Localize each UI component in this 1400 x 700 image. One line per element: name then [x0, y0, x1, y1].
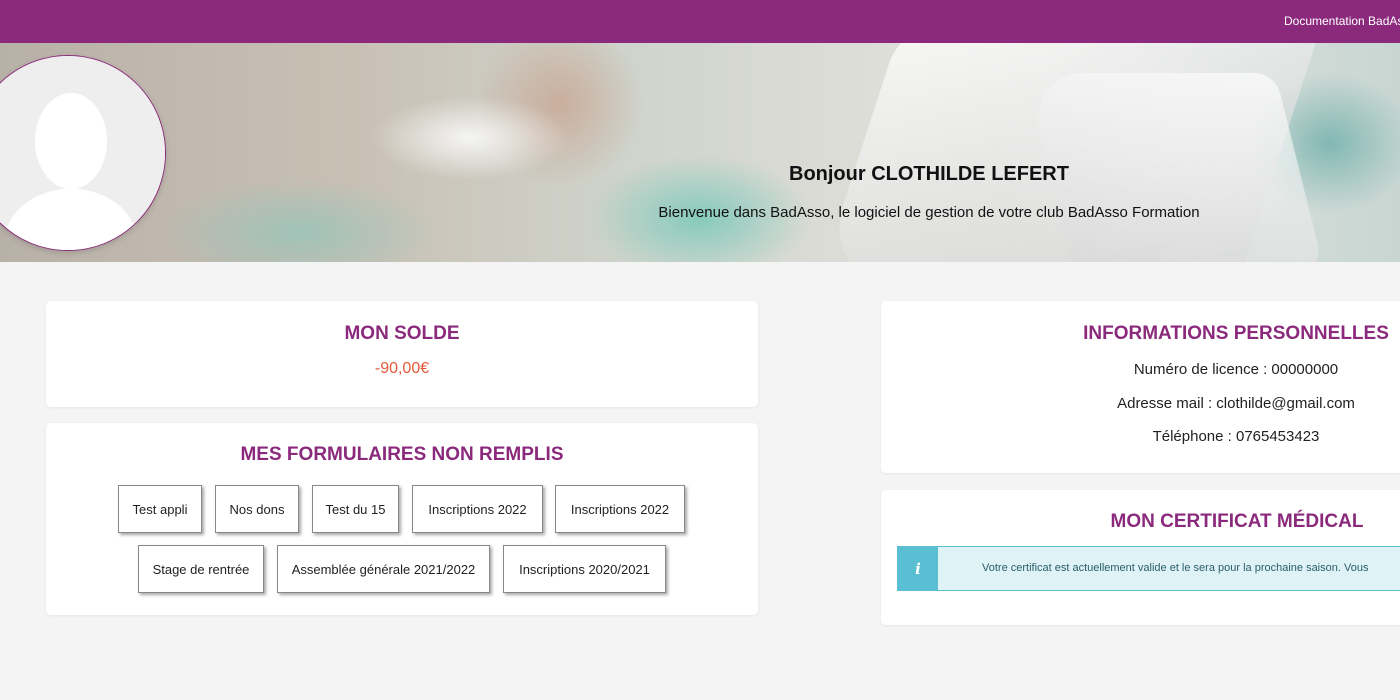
hero-banner: Bonjour CLOTHILDE LEFERT Bienvenue dans …: [0, 43, 1400, 262]
certificate-title: MON CERTIFICAT MÉDICAL: [1110, 511, 1364, 532]
certificate-alert: i Votre certificat est actuellement vali…: [897, 546, 1400, 591]
licence-number: Numéro de licence : 00000000: [1133, 361, 1339, 378]
info-icon: i: [898, 547, 938, 590]
form-button[interactable]: Inscriptions 2022: [555, 485, 685, 533]
balance-amount: -90,00€: [374, 360, 430, 377]
top-navbar: Documentation BadAsso: [0, 0, 1400, 43]
welcome-message: Bienvenue dans BadAsso, le logiciel de g…: [658, 204, 1200, 221]
form-button[interactable]: Assemblée générale 2021/2022: [277, 545, 490, 593]
form-button[interactable]: Inscriptions 2020/2021: [503, 545, 666, 593]
documentation-link[interactable]: Documentation BadAsso: [1284, 14, 1400, 28]
personal-info-title: INFORMATIONS PERSONNELLES: [1083, 323, 1389, 344]
greeting-title: Bonjour CLOTHILDE LEFERT: [789, 163, 1069, 185]
form-button[interactable]: Nos dons: [215, 485, 299, 533]
user-placeholder-icon: [0, 56, 165, 250]
unfilled-forms-card: MES FORMULAIRES NON REMPLIS Test appli N…: [46, 423, 758, 615]
form-button[interactable]: Stage de rentrée: [138, 545, 264, 593]
avatar[interactable]: [0, 55, 166, 251]
phone-number: Téléphone : 0765453423: [1152, 428, 1320, 445]
medical-certificate-card: MON CERTIFICAT MÉDICAL i Votre certifica…: [881, 490, 1400, 625]
form-button[interactable]: Inscriptions 2022: [412, 485, 543, 533]
balance-title: MON SOLDE: [344, 323, 460, 344]
form-button[interactable]: Test du 15: [312, 485, 399, 533]
personal-info-card: INFORMATIONS PERSONNELLES Numéro de lice…: [881, 301, 1400, 473]
email-address: Adresse mail : clothilde@gmail.com: [1117, 395, 1355, 412]
balance-card: MON SOLDE -90,00€: [46, 301, 758, 407]
forms-title: MES FORMULAIRES NON REMPLIS: [240, 444, 564, 465]
certificate-alert-text: Votre certificat est actuellement valide…: [982, 562, 1369, 574]
form-button[interactable]: Test appli: [118, 485, 202, 533]
